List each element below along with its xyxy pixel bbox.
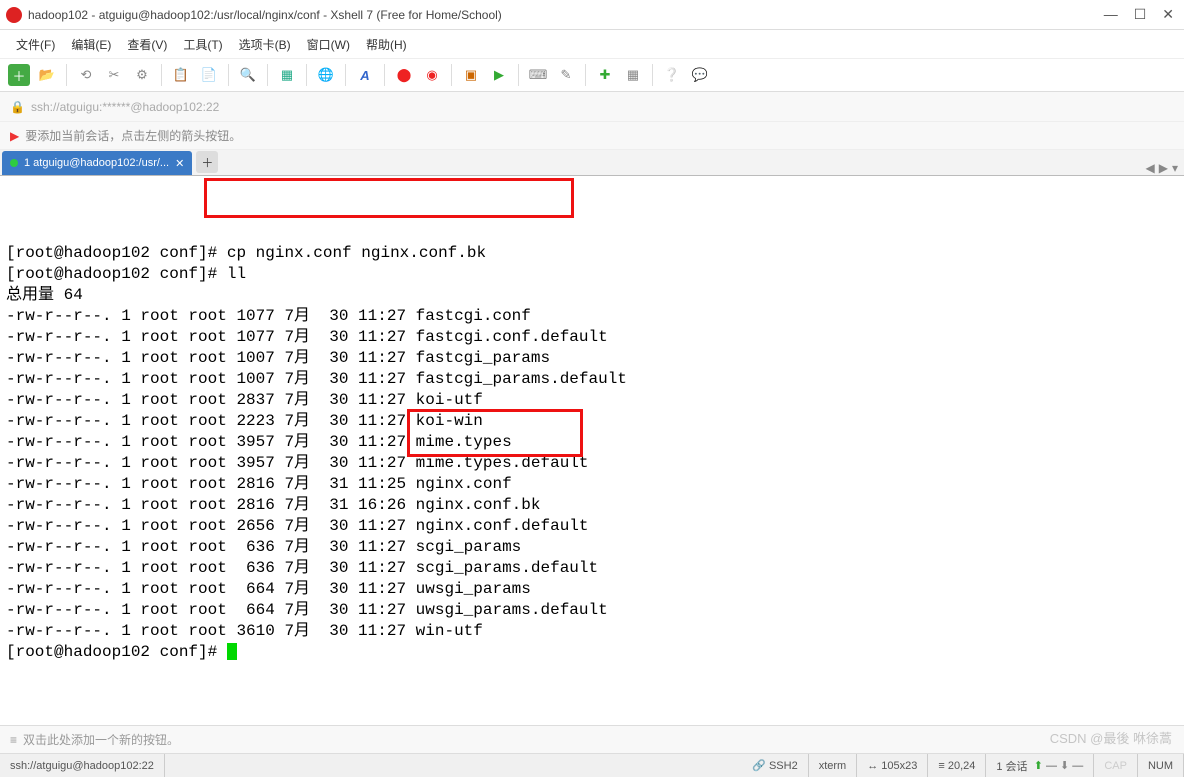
cursor-icon: ≡ (938, 760, 944, 772)
window-title: hadoop102 - atguigu@hadoop102:/usr/local… (28, 8, 1104, 22)
status-sessions: 1 会话 ⬆ — ⬇ — (986, 754, 1094, 777)
add-icon[interactable]: ✚ (594, 64, 616, 86)
menu-view[interactable]: 查看(V) (123, 34, 171, 55)
terminal[interactable]: [root@hadoop102 conf]# cp nginx.conf ngi… (0, 176, 1184, 725)
maximize-button[interactable]: ☐ (1134, 6, 1147, 23)
font-icon[interactable]: A (354, 64, 376, 86)
paste-icon[interactable]: 📄 (198, 64, 220, 86)
status-dot-icon (10, 159, 18, 167)
terminal-output: [root@hadoop102 conf]# cp nginx.conf ngi… (6, 243, 1178, 642)
address-text[interactable]: ssh://atguigu:******@hadoop102:22 (31, 100, 219, 114)
link-icon: 🔗 (752, 759, 766, 772)
new-tab-button[interactable]: ＋ (196, 151, 218, 173)
minimize-button[interactable]: — (1104, 6, 1118, 23)
status-ssh: SSH2 (769, 760, 798, 772)
script-icon[interactable]: ▣ (460, 64, 482, 86)
highlight-icon[interactable]: ✎ (555, 64, 577, 86)
bottom-hint: 双击此处添加一个新的按钮。 (23, 731, 179, 748)
tab-session-1[interactable]: 1 atguigu@hadoop102:/usr/... ✕ (2, 151, 192, 175)
quick-command-bar[interactable]: ≡ 双击此处添加一个新的按钮。 (0, 725, 1184, 753)
tab-close-icon[interactable]: ✕ (175, 157, 184, 170)
tab-next-icon[interactable]: ▶ (1159, 161, 1168, 175)
help-icon[interactable]: ❔ (661, 64, 683, 86)
app-logo-icon (6, 7, 22, 23)
close-button[interactable]: ✕ (1162, 6, 1174, 23)
stop-icon[interactable]: ◉ (421, 64, 443, 86)
status-cursor: 20,24 (948, 760, 976, 772)
status-num: NUM (1138, 754, 1184, 777)
globe-icon[interactable]: 🌐 (315, 64, 337, 86)
new-session-icon[interactable]: ＋ (8, 64, 30, 86)
menu-tab[interactable]: 选项卡(B) (235, 34, 295, 55)
menu-edit[interactable]: 编辑(E) (67, 34, 115, 55)
size-icon: ↔ (867, 760, 878, 772)
hamburger-icon[interactable]: ≡ (10, 733, 17, 747)
tab-menu-icon[interactable]: ▾ (1172, 161, 1178, 175)
tunnel-icon[interactable]: ▦ (276, 64, 298, 86)
search-icon[interactable]: 🔍 (237, 64, 259, 86)
session-hint-bar: ▶ 要添加当前会话，点击左侧的箭头按钮。 (0, 122, 1184, 150)
grid-icon[interactable]: ▦ (622, 64, 644, 86)
properties-icon[interactable]: ⚙ (131, 64, 153, 86)
status-cap: CAP (1094, 754, 1138, 777)
session-hint-text: 要添加当前会话，点击左侧的箭头按钮。 (25, 127, 241, 144)
tabbar: 1 atguigu@hadoop102:/usr/... ✕ ＋ ◀ ▶ ▾ (0, 150, 1184, 176)
toolbar: ＋ 📂 ⟲ ✂ ⚙ 📋 📄 🔍 ▦ 🌐 A ⬤ ◉ ▣ ▶ ⌨ ✎ ✚ ▦ ❔ … (0, 58, 1184, 92)
status-term: xterm (809, 754, 858, 777)
menu-window[interactable]: 窗口(W) (303, 34, 354, 55)
address-bar: 🔒 ssh://atguigu:******@hadoop102:22 (0, 92, 1184, 122)
chat-icon[interactable]: 💬 (689, 64, 711, 86)
flag-icon[interactable]: ▶ (10, 129, 19, 143)
disconnect-icon[interactable]: ✂ (103, 64, 125, 86)
titlebar: hadoop102 - atguigu@hadoop102:/usr/local… (0, 0, 1184, 30)
highlight-box-1 (204, 178, 574, 218)
run-icon[interactable]: ▶ (488, 64, 510, 86)
lock-icon: 🔒 (10, 100, 25, 114)
menu-help[interactable]: 帮助(H) (362, 34, 411, 55)
reconnect-icon[interactable]: ⟲ (75, 64, 97, 86)
keyboard-icon[interactable]: ⌨ (527, 64, 549, 86)
menu-file[interactable]: 文件(F) (12, 34, 59, 55)
status-path: ssh://atguigu@hadoop102:22 (0, 754, 165, 777)
tab-label: 1 atguigu@hadoop102:/usr/... (24, 157, 169, 169)
terminal-prompt: [root@hadoop102 conf]# (6, 642, 1178, 663)
copy-icon[interactable]: 📋 (170, 64, 192, 86)
status-size: 105x23 (881, 760, 917, 772)
record-icon[interactable]: ⬤ (393, 64, 415, 86)
statusbar: ssh://atguigu@hadoop102:22 🔗 SSH2 xterm … (0, 753, 1184, 777)
menu-tools[interactable]: 工具(T) (179, 34, 226, 55)
open-icon[interactable]: 📂 (36, 64, 58, 86)
menubar: 文件(F) 编辑(E) 查看(V) 工具(T) 选项卡(B) 窗口(W) 帮助(… (0, 30, 1184, 58)
tab-prev-icon[interactable]: ◀ (1146, 161, 1155, 175)
